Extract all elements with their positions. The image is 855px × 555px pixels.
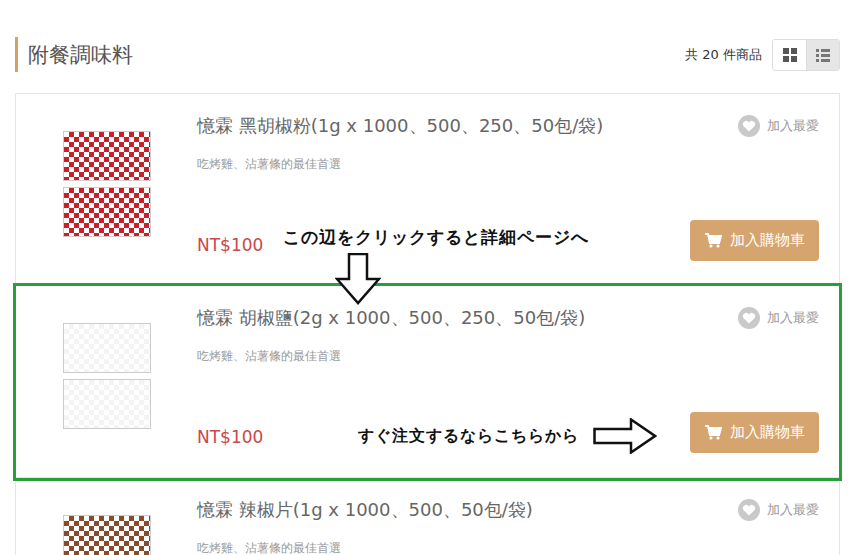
product-image[interactable] [16,94,197,285]
grid-view-button[interactable] [773,40,806,70]
favorite-label: 加入最愛 [767,309,819,327]
packet-front [63,323,151,373]
section-title-wrap: 附餐調味料 [15,37,133,72]
packet-front [63,131,151,181]
list-icon [815,47,831,63]
product-list: 憶霖 黑胡椒粉(1g x 1000、500、250、50包/袋) 吃烤雞、沾薯條的… [15,93,840,555]
cart-icon [705,233,722,248]
product-count: 共 20 件商品 [685,46,762,64]
product-actions: 加入最愛加入購物車 [689,94,839,285]
heart-icon [738,115,760,137]
page: 附餐調味料 共 20 件商品憶霖 黑胡椒粉(1g x 1000、500、250、5… [0,0,855,555]
annotation-text: すぐ注文するならこちらから [358,426,579,447]
add-to-cart-button[interactable]: 加入購物車 [690,412,819,453]
product-tagline: 吃烤雞、沾薯條的最佳首選 [197,156,679,173]
favorite-label: 加入最愛 [767,117,819,135]
title-accent-bar [15,37,18,72]
product-tagline: 吃烤雞、沾薯條的最佳首選 [197,540,679,555]
favorite-button[interactable]: 加入最愛 [738,499,819,521]
favorite-label: 加入最愛 [767,501,819,519]
packet-back [63,187,151,237]
annotation-text: この辺をクリックすると詳細ページへ [283,226,589,249]
section-title: 附餐調味料 [28,41,133,69]
right-arrow-icon [593,418,657,454]
annotation: この辺をクリックすると詳細ページへ [283,226,589,305]
add-to-cart-label: 加入購物車 [730,231,805,250]
packet-front [63,515,151,555]
product-name[interactable]: 憶霖 辣椒片(1g x 1000、500、50包/袋) [197,497,679,523]
add-to-cart-button[interactable]: 加入購物車 [690,220,819,261]
header-right: 共 20 件商品 [685,39,840,71]
product-row[interactable]: 憶霖 辣椒片(1g x 1000、500、50包/袋) 吃烤雞、沾薯條的最佳首選 加… [16,478,839,555]
product-row[interactable]: 憶霖 黑胡椒粉(1g x 1000、500、250、50包/袋) 吃烤雞、沾薯條的… [16,94,839,286]
product-actions: 加入最愛 [689,478,839,555]
favorite-button[interactable]: 加入最愛 [738,115,819,137]
view-toggle [772,39,840,71]
packet-back [63,379,151,429]
heart-icon [738,499,760,521]
section-header: 附餐調味料 共 20 件商品 [0,0,855,72]
annotation: すぐ注文するならこちらから [358,418,657,454]
product-info: 憶霖 胡椒鹽(2g x 1000、500、250、50包/袋) 吃烤雞、沾薯條的最… [197,286,689,477]
down-arrow-icon [335,253,381,305]
list-view-button[interactable] [806,40,839,70]
product-image[interactable] [16,286,197,477]
product-tagline: 吃烤雞、沾薯條的最佳首選 [197,348,679,365]
heart-icon [738,307,760,329]
cart-icon [705,425,722,440]
favorite-button[interactable]: 加入最愛 [738,307,819,329]
product-name[interactable]: 憶霖 胡椒鹽(2g x 1000、500、250、50包/袋) [197,305,679,331]
add-to-cart-label: 加入購物車 [730,423,805,442]
product-info: 憶霖 黑胡椒粉(1g x 1000、500、250、50包/袋) 吃烤雞、沾薯條的… [197,94,689,285]
product-actions: 加入最愛加入購物車 [689,286,839,477]
product-name[interactable]: 憶霖 黑胡椒粉(1g x 1000、500、250、50包/袋) [197,113,679,139]
grid-icon [782,47,798,63]
product-image[interactable] [16,478,197,555]
product-info: 憶霖 辣椒片(1g x 1000、500、50包/袋) 吃烤雞、沾薯條的最佳首選 [197,478,689,555]
product-row[interactable]: 憶霖 胡椒鹽(2g x 1000、500、250、50包/袋) 吃烤雞、沾薯條的最… [16,286,839,478]
